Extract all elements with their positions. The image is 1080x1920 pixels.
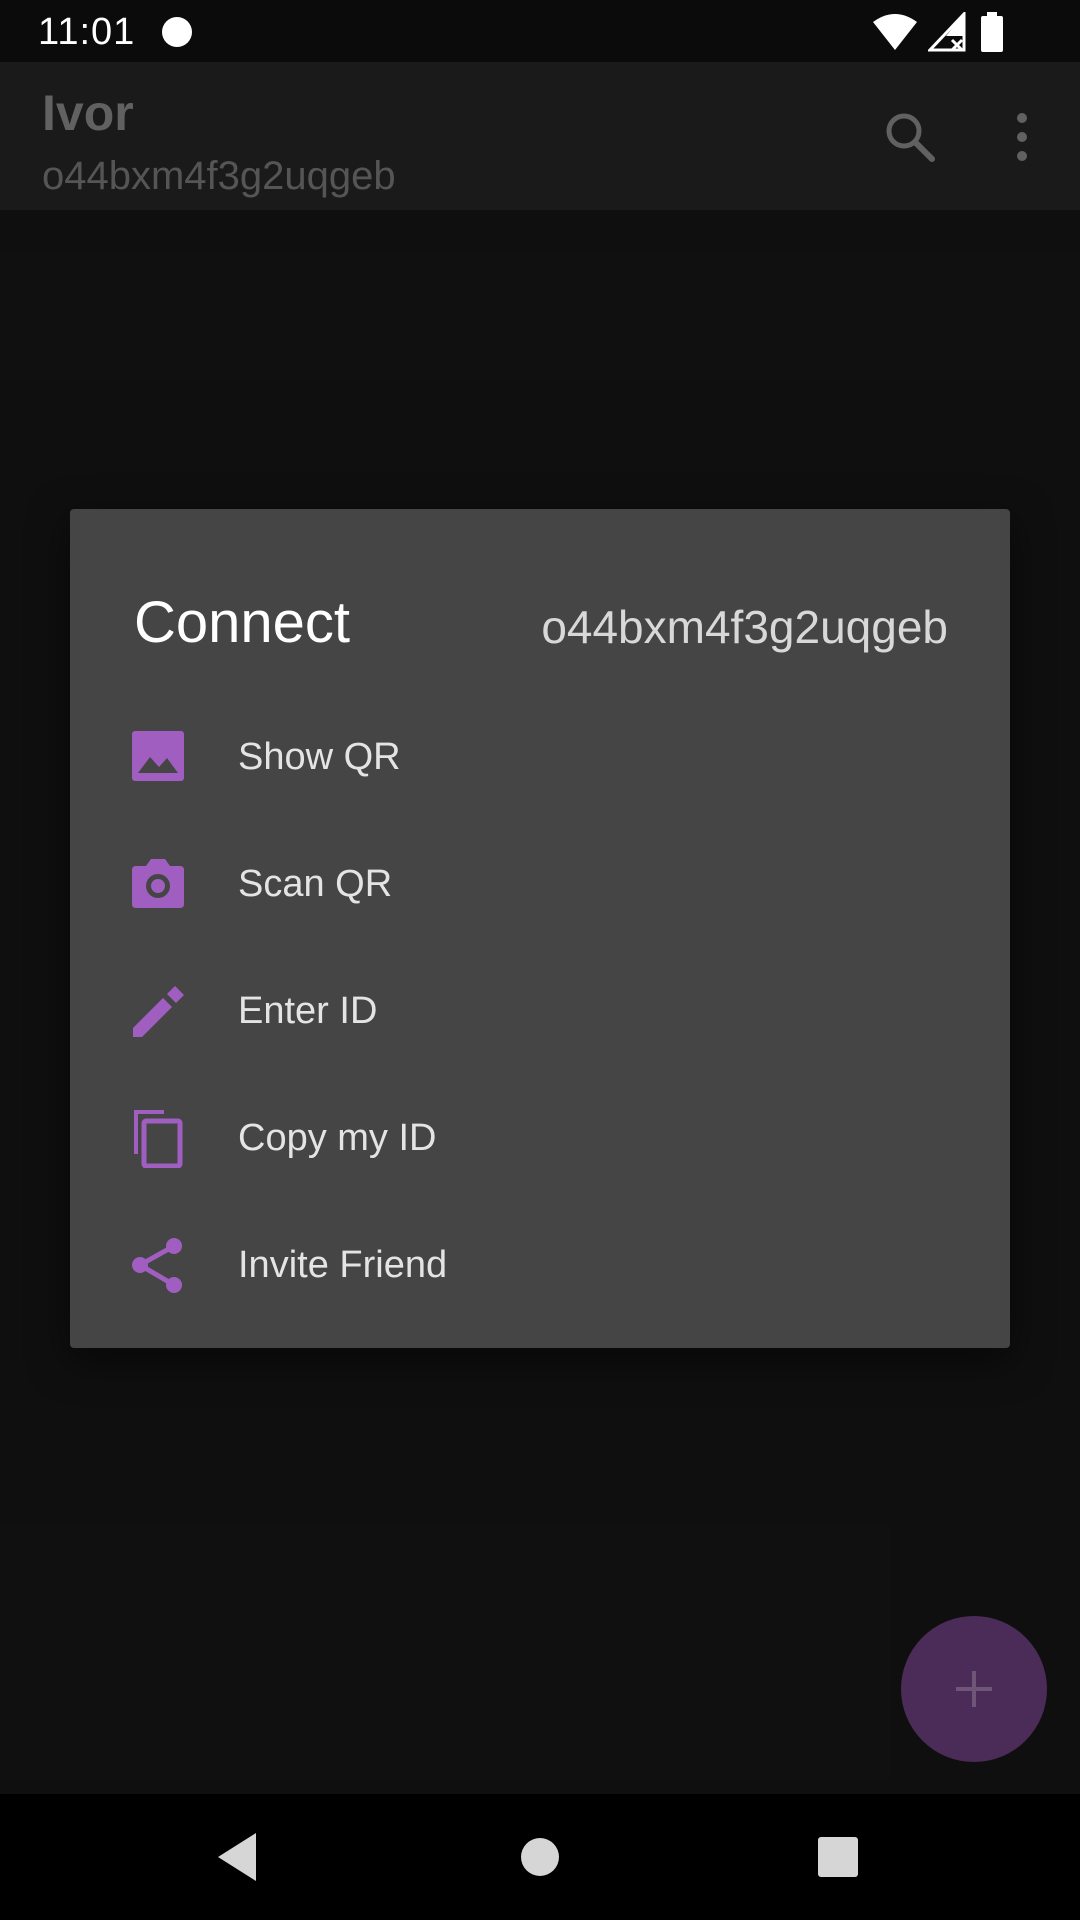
invite-friend-label: Invite Friend	[238, 1244, 448, 1286]
scan-qr-button[interactable]: Scan QR	[70, 820, 1010, 947]
copy-icon	[134, 1110, 183, 1168]
dialog-user-id: o44bxm4f3g2uqgeb	[541, 601, 948, 653]
camera-icon	[132, 859, 184, 908]
pencil-icon	[133, 986, 184, 1037]
cell-signal-icon	[928, 12, 966, 52]
show-qr-button[interactable]: Show QR	[70, 693, 1010, 820]
show-qr-label: Show QR	[238, 736, 401, 778]
status-time: 11:01	[38, 11, 136, 53]
home-icon[interactable]	[510, 1827, 570, 1887]
copy-my-id-label: Copy my ID	[238, 1117, 437, 1159]
add-fab-button[interactable]	[901, 1616, 1047, 1762]
invite-friend-button[interactable]: Invite Friend	[70, 1201, 1010, 1328]
dialog-title: Connect	[134, 590, 351, 655]
screen: 11:01 Ivor o44bxm4f3g2uqgeb Connect o44b…	[0, 0, 1080, 1920]
copy-my-id-button[interactable]: Copy my ID	[70, 1074, 1010, 1201]
status-bar: 11:01	[0, 0, 1080, 62]
back-icon[interactable]	[208, 1827, 268, 1887]
system-nav-bar	[0, 1794, 1080, 1920]
image-icon	[132, 731, 184, 781]
battery-icon	[981, 12, 1003, 52]
share-icon	[132, 1238, 182, 1293]
connect-dialog: Connect o44bxm4f3g2uqgeb Show QR Scan QR…	[70, 509, 1010, 1348]
scan-qr-label: Scan QR	[238, 863, 393, 905]
wifi-icon	[873, 14, 917, 50]
enter-id-label: Enter ID	[238, 990, 378, 1032]
notification-dot-icon	[162, 17, 192, 47]
status-icons	[872, 12, 1042, 52]
plus-icon	[956, 1671, 992, 1707]
enter-id-button[interactable]: Enter ID	[70, 947, 1010, 1074]
recents-icon[interactable]	[808, 1827, 868, 1887]
